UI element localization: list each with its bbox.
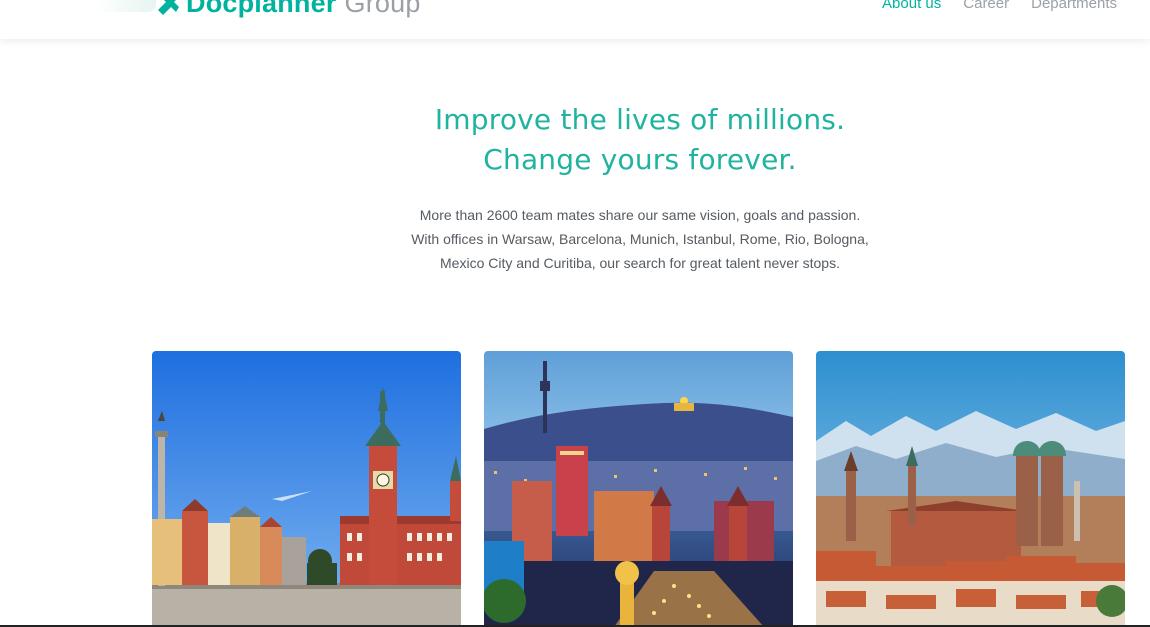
city-card-warsaw[interactable] (152, 351, 461, 627)
logo-text: Docplanner Group (186, 0, 421, 19)
barcelona-photo (484, 351, 793, 627)
city-cards (152, 351, 1125, 627)
warsaw-photo (152, 351, 461, 627)
munich-photo (816, 351, 1125, 627)
logo-secondary-text: Group (344, 0, 421, 18)
hero-section: Improve the lives of millions. Change yo… (360, 100, 920, 275)
nav-departments[interactable]: Departments (1031, 0, 1117, 12)
logo-shadow (96, 0, 156, 12)
logo-primary-text: Docplanner (186, 0, 337, 18)
description-line-2: With offices in Warsaw, Barcelona, Munic… (411, 231, 869, 247)
nav-career[interactable]: Career (963, 0, 1009, 12)
site-header: Docplanner Group About us Career Departme… (0, 0, 1150, 39)
brand-logo[interactable]: Docplanner Group (154, 0, 421, 18)
description-line-1: More than 2600 team mates share our same… (419, 207, 861, 223)
docplanner-logo-icon (158, 0, 179, 15)
hero-headline: Improve the lives of millions. Change yo… (360, 100, 920, 180)
hero-description: More than 2600 team mates share our same… (360, 203, 920, 275)
headline-line-2: Change yours forever. (483, 143, 797, 176)
nav-about-us[interactable]: About us (882, 0, 941, 12)
description-line-3: Mexico City and Curitiba, our search for… (440, 255, 840, 271)
headline-line-1: Improve the lives of millions. (434, 103, 846, 136)
city-card-barcelona[interactable] (484, 351, 793, 627)
main-nav: About us Career Departments (882, 0, 1117, 12)
city-card-munich[interactable] (816, 351, 1125, 627)
